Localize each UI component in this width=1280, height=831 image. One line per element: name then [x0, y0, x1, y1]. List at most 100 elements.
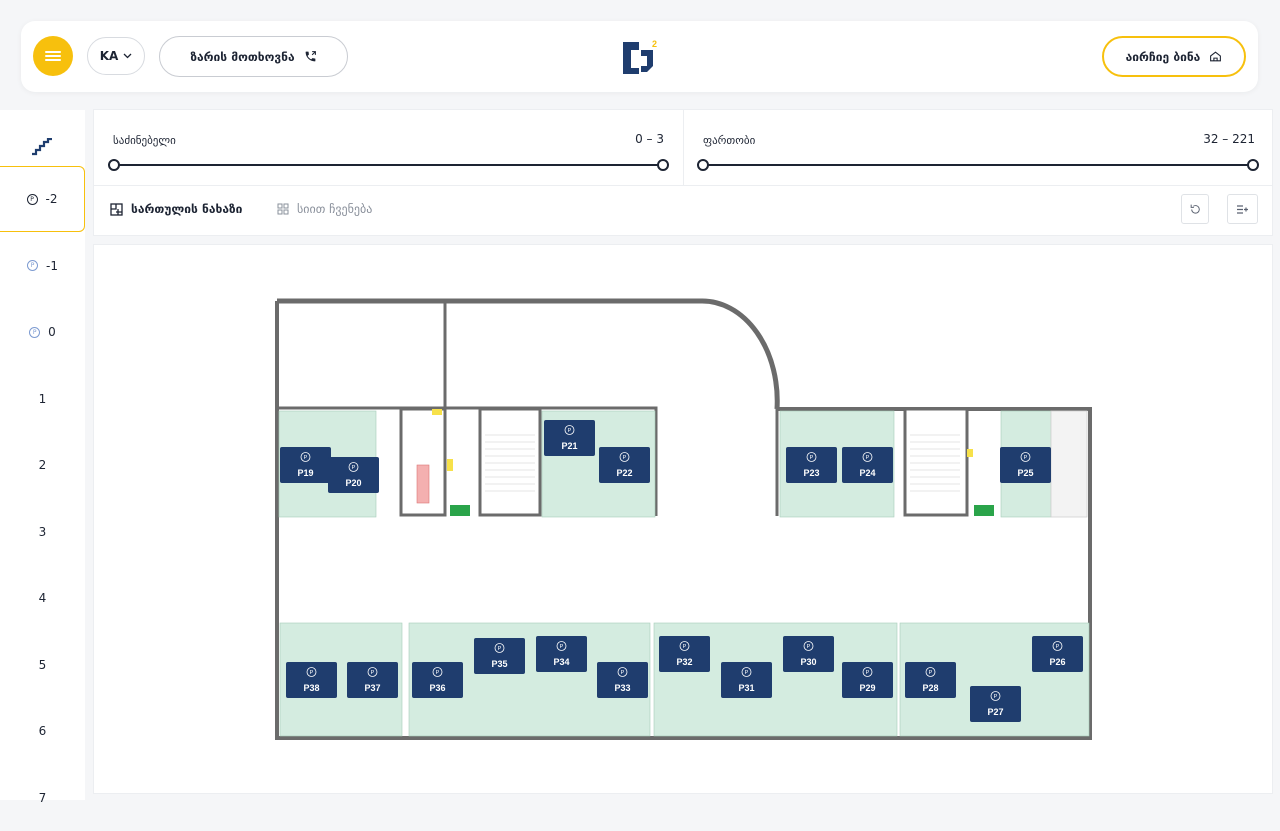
view-toolbar: სართულის ნახაზი სიით ჩვენება [93, 186, 1273, 236]
parking-spot-label: P35 [491, 659, 507, 669]
parking-spot-p27[interactable]: P P27 [970, 686, 1021, 722]
parking-spot-p29[interactable]: P P29 [842, 662, 893, 698]
floor-item[interactable]: P -2 [0, 166, 85, 232]
parking-spot-label: P32 [676, 657, 692, 667]
parking-spot-p35[interactable]: P P35 [474, 638, 525, 674]
choose-apartment-button[interactable]: აირჩიე ბინა [1102, 36, 1246, 77]
parking-spot-p19[interactable]: P P19 [280, 447, 331, 483]
parking-spot-label: P27 [987, 707, 1003, 717]
floor-navigation: P -2 P -1 P 0 1 2 3 4 5 6 7 [0, 110, 85, 805]
floor-item[interactable]: P -1 [0, 233, 85, 299]
filter-plus-icon [1236, 204, 1248, 214]
floor-plan-icon [110, 202, 123, 216]
floor-item[interactable]: 3 [0, 499, 85, 565]
parking-icon-letter: P [498, 646, 502, 652]
service-room [1050, 410, 1088, 518]
floor-label: -2 [45, 192, 58, 206]
parking-spot-label: P30 [800, 657, 816, 667]
exit-sign-icon [450, 505, 470, 516]
parking-spot-label: P38 [303, 683, 319, 693]
parking-spot-p31[interactable]: P P31 [721, 662, 772, 698]
language-selector[interactable]: KA [87, 37, 145, 75]
bedrooms-max-handle[interactable] [657, 159, 669, 171]
filter-options-button[interactable] [1227, 194, 1258, 224]
request-call-button[interactable]: ზარის მოთხოვნა [159, 36, 348, 77]
parking-icon-letter: P [436, 670, 440, 676]
parking-spot-label: P20 [345, 478, 361, 488]
floor-item[interactable]: P0 [0, 299, 85, 365]
parking-spot-p22[interactable]: P P22 [599, 447, 650, 483]
parking-spot-p38[interactable]: P P38 [286, 662, 337, 698]
tab-list-view[interactable]: სიით ჩვენება [277, 202, 372, 216]
parking-icon: P [27, 260, 39, 271]
parking-icon-letter: P [1024, 455, 1028, 461]
logo[interactable]: 2 [621, 38, 661, 76]
wall [277, 298, 780, 410]
parking-spot-p33[interactable]: P P33 [597, 662, 648, 698]
parking-spot-label: P33 [614, 683, 630, 693]
floor-item[interactable]: 6 [0, 698, 85, 764]
bedrooms-min-handle[interactable] [108, 159, 120, 171]
tab-floor-plan[interactable]: სართულის ნახაზი [110, 202, 242, 216]
hamburger-icon [45, 51, 61, 61]
floor-label: 4 [38, 591, 47, 605]
parking-spot-label: P25 [1017, 468, 1033, 478]
parking-spot-label: P37 [364, 683, 380, 693]
parking-spot-p32[interactable]: P P32 [659, 636, 710, 672]
parking-spot-p36[interactable]: P P36 [412, 662, 463, 698]
floor-label: 0 [48, 325, 56, 339]
parking-icon-letter: P [371, 670, 375, 676]
parking-icon-letter: P [352, 465, 356, 471]
area-range-track[interactable] [703, 164, 1253, 166]
area-filter: ფართობი 32 – 221 [684, 110, 1274, 186]
parking-icon: P [26, 193, 38, 205]
tab-floor-plan-label: სართულის ნახაზი [131, 202, 243, 216]
bedrooms-filter: საძინებელი 0 – 3 [94, 110, 683, 186]
home-icon [1210, 51, 1222, 62]
elevator-shaft [416, 464, 430, 504]
floor-item[interactable]: 5 [0, 632, 85, 698]
stair-room [903, 407, 969, 517]
parking-spot-p24[interactable]: P P24 [842, 447, 893, 483]
area-max-handle[interactable] [1247, 159, 1259, 171]
bedrooms-range-track[interactable] [114, 164, 663, 166]
marker [447, 459, 453, 471]
floor-item[interactable]: 7 [0, 765, 85, 831]
floor-item[interactable]: 1 [0, 366, 85, 432]
area-min-handle[interactable] [697, 159, 709, 171]
floor-item[interactable]: 4 [0, 565, 85, 631]
reset-icon [1190, 204, 1200, 214]
phone-icon [305, 51, 316, 62]
floor-label: 6 [38, 724, 47, 738]
marker [967, 449, 973, 457]
reset-button[interactable] [1181, 194, 1209, 224]
floor-label: 1 [38, 391, 47, 406]
parking-spot-label: P36 [429, 683, 445, 693]
parking-icon-letter: P [568, 428, 572, 434]
menu-button[interactable] [33, 36, 73, 76]
stairs-icon [32, 138, 52, 156]
parking-spot-p25[interactable]: P P25 [1000, 447, 1051, 483]
top-header: KA ზარის მოთხოვნა 2 აირჩიე ბინა [21, 21, 1258, 92]
parking-spot-p26[interactable]: P P26 [1032, 636, 1083, 672]
parking-icon-letter: P [310, 670, 314, 676]
parking-spot-p37[interactable]: P P37 [347, 662, 398, 698]
stair-room [478, 407, 542, 517]
parking-spot-p30[interactable]: P P30 [783, 636, 834, 672]
parking-icon-letter: P [745, 670, 749, 676]
parking-icon-letter: P [683, 644, 687, 650]
parking-spot-p28[interactable]: P P28 [905, 662, 956, 698]
floor-item[interactable]: 2 [0, 432, 85, 498]
parking-spot-label: P29 [859, 683, 875, 693]
parking-icon-letter: P [621, 670, 625, 676]
parking-spot-label: P31 [738, 683, 754, 693]
tab-list-view-label: სიით ჩვენება [297, 202, 373, 216]
parking-spot-p23[interactable]: P P23 [786, 447, 837, 483]
parking-icon-letter: P [929, 670, 933, 676]
parking-spot-p20[interactable]: P P20 [328, 457, 379, 493]
parking-spot-p21[interactable]: P P21 [544, 420, 595, 456]
parking-spot-label: P28 [922, 683, 938, 693]
parking-icon-letter: P [866, 455, 870, 461]
parking-spot-label: P34 [553, 657, 569, 667]
parking-spot-p34[interactable]: P P34 [536, 636, 587, 672]
